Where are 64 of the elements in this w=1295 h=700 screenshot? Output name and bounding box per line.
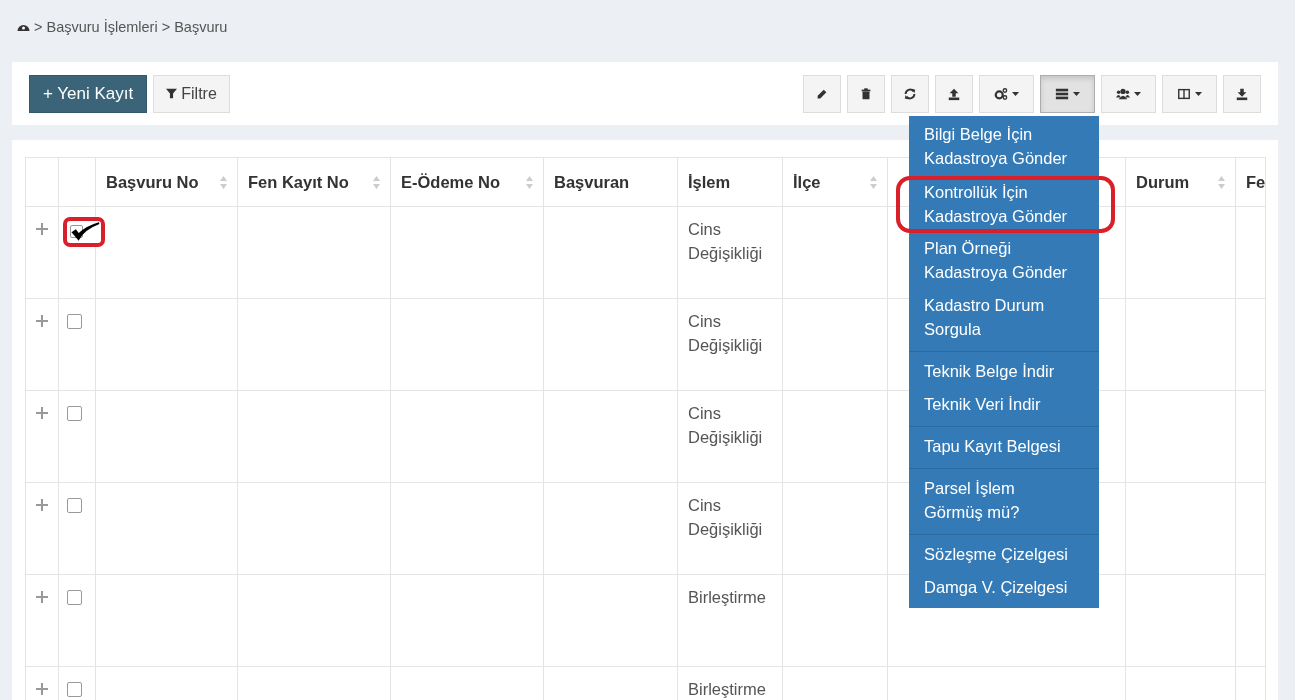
menu-item[interactable]: Sözleşme Çizelgesi: [909, 538, 1099, 572]
breadcrumb-link[interactable]: Başvuru: [174, 19, 228, 35]
breadcrumb-separator: >: [161, 19, 171, 35]
caret-icon: [1195, 91, 1202, 96]
row-checkbox[interactable]: [63, 217, 105, 247]
row-checkbox[interactable]: [67, 590, 82, 605]
download-icon: [1235, 86, 1249, 101]
dropdown-button[interactable]: [1040, 74, 1095, 113]
expand-icon[interactable]: [36, 591, 48, 603]
row-checkbox[interactable]: [67, 498, 82, 513]
table-cell: Cins Değişikliği: [688, 220, 763, 262]
toolbar-button[interactable]: [803, 74, 841, 113]
sort-icon[interactable]: [526, 175, 533, 189]
table-cell: Birleştirme: [688, 588, 766, 606]
menu-item[interactable]: Tapu Kayıt Belgesi: [909, 430, 1099, 464]
menu-item[interactable]: Kontrollük İçin Kadastroya Gönder: [896, 175, 1115, 233]
toolbar-button[interactable]: [891, 74, 929, 113]
toolbar-button[interactable]: [847, 74, 885, 113]
menu-item[interactable]: Damga V. Çizelgesi: [909, 571, 1099, 605]
menu-item[interactable]: Plan Örneği Kadastroya Gönder: [909, 232, 1099, 290]
menu-item[interactable]: Bilgi Belge İçin Kadastroya Gönder: [909, 118, 1099, 176]
column-header[interactable]: İlçe: [793, 172, 821, 192]
expand-icon[interactable]: [36, 407, 48, 419]
columns-icon: [1177, 86, 1191, 101]
menu-item[interactable]: Teknik Belge İndir: [909, 355, 1099, 389]
dropdown-button[interactable]: [979, 74, 1034, 113]
sort-icon[interactable]: [870, 175, 877, 189]
table-cell: Cins Değişikliği: [688, 312, 763, 354]
menu-item[interactable]: Kadastro Durum Sorgula: [909, 289, 1099, 347]
column-header[interactable]: Durum: [1136, 172, 1190, 192]
table-cell: Birleştirme: [688, 680, 766, 698]
table-cell: Cins Değişikliği: [688, 496, 763, 538]
expand-icon[interactable]: [36, 315, 48, 327]
column-header[interactable]: İşlem: [688, 172, 731, 192]
dropdown-button[interactable]: [1162, 74, 1217, 113]
gears-icon: [994, 86, 1008, 101]
toolbar-button[interactable]: [1223, 74, 1261, 113]
caret-icon: [1073, 91, 1080, 96]
caret-icon: [1134, 91, 1141, 96]
table-cell: Cins Değişikliği: [688, 404, 763, 446]
expand-icon[interactable]: [36, 223, 48, 235]
users-icon: [1116, 86, 1130, 101]
menu-item[interactable]: Parsel İşlem Görmüş mü?: [909, 472, 1099, 530]
sort-icon[interactable]: [373, 175, 380, 189]
sort-icon[interactable]: [1218, 175, 1225, 189]
breadcrumb-link[interactable]: Başvuru İşlemleri: [46, 19, 158, 35]
filter-icon: [166, 88, 178, 99]
row-checkbox[interactable]: [67, 682, 82, 697]
caret-icon: [1012, 91, 1019, 96]
expand-icon[interactable]: [36, 683, 48, 695]
dropdown-button[interactable]: [1101, 74, 1156, 113]
menu-item[interactable]: Teknik Veri İndir: [909, 388, 1099, 422]
new-record-button[interactable]: + Yeni Kayıt: [29, 74, 148, 113]
filter-button[interactable]: Filtre: [153, 74, 230, 113]
sort-icon[interactable]: [220, 175, 227, 189]
server-list-icon: [1055, 86, 1069, 101]
upload-icon: [947, 86, 961, 101]
trash-icon: [859, 86, 873, 101]
expand-icon[interactable]: [36, 499, 48, 511]
refresh-icon: [903, 86, 917, 101]
row-checkbox[interactable]: [67, 406, 82, 421]
row-checkbox[interactable]: [67, 314, 82, 329]
breadcrumb-separator: >: [34, 19, 43, 35]
toolbar-button[interactable]: [935, 74, 973, 113]
